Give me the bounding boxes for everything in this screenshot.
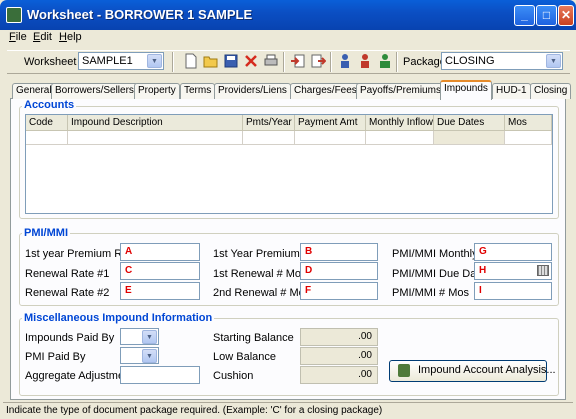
aggregate-adjustment-input[interactable] [120, 366, 200, 384]
close-button[interactable]: ✕ [558, 5, 574, 26]
toolbar-separator [283, 52, 285, 72]
pmi-monthly-input[interactable]: G [474, 243, 552, 261]
minimize-button[interactable]: _ [514, 5, 535, 26]
worksheet-label: Worksheet [24, 56, 77, 68]
accounts-title: Accounts [22, 99, 77, 111]
grid-cell[interactable] [366, 131, 434, 145]
tab-terms[interactable]: Terms [180, 83, 216, 99]
chevron-down-icon[interactable]: ▼ [142, 330, 157, 344]
print-icon[interactable] [263, 53, 279, 69]
column-header-monthly-inflow[interactable]: Monthly Inflow [366, 115, 434, 131]
cushion-label: Cushion [213, 370, 254, 382]
first-year-premium-label: 1st Year Premium [213, 248, 300, 260]
starting-balance-label: Starting Balance [213, 332, 294, 344]
first-year-rate-input[interactable]: A [120, 243, 200, 261]
tab-impounds[interactable]: Impounds [440, 80, 492, 100]
column-header-pmts-year[interactable]: Pmts/Year [243, 115, 295, 131]
package-select[interactable]: CLOSING ▼ [441, 52, 563, 70]
tab-providers-liens[interactable]: Providers/Liens [214, 83, 291, 99]
first-year-premium-input[interactable]: B [300, 243, 378, 261]
pmi-mos-input[interactable]: I [474, 282, 552, 300]
second-renewal-mos-input[interactable]: F [300, 282, 378, 300]
column-header-code[interactable]: Code [26, 115, 68, 131]
chevron-down-icon[interactable]: ▼ [142, 349, 157, 363]
tab-hud-1[interactable]: HUD-1 [492, 83, 531, 99]
pmi-mos-label: PMI/MMI # Mos [392, 287, 470, 299]
grid-cell[interactable] [68, 131, 243, 145]
low-balance-label: Low Balance [213, 351, 276, 363]
tab-borrowers-sellers[interactable]: Borrowers/Sellers [51, 83, 138, 99]
package-select-value: CLOSING [445, 55, 495, 67]
column-header-description[interactable]: Impound Description [68, 115, 243, 131]
save-icon[interactable] [223, 53, 239, 69]
money-icon[interactable] [377, 53, 393, 69]
chevron-down-icon[interactable]: ▼ [546, 54, 561, 68]
tab-payoffs-premiums[interactable]: Payoffs/Premiums [356, 83, 445, 99]
borrower-icon[interactable] [337, 53, 353, 69]
lender-icon[interactable] [357, 53, 373, 69]
misc-group [19, 318, 559, 396]
column-header-payment-amt[interactable]: Payment Amt [295, 115, 366, 131]
column-header-due-dates[interactable]: Due Dates [434, 115, 505, 131]
chevron-down-icon[interactable]: ▼ [147, 54, 162, 68]
pmi-paid-by-label: PMI Paid By [25, 351, 86, 363]
low-balance-value: .00 [300, 347, 378, 365]
toolbar-separator [172, 52, 174, 72]
pmi-paid-by-select[interactable]: ▼ [120, 347, 159, 364]
impounds-paid-by-select[interactable]: ▼ [120, 328, 159, 345]
pmi-due-date-marker: H [479, 265, 487, 276]
worksheet-select-value: SAMPLE1 [82, 55, 133, 67]
renewal-rate-2-label: Renewal Rate #2 [25, 287, 110, 299]
grid-cell[interactable] [434, 131, 505, 145]
pmi-due-date-label: PMI/MMI Due Date [392, 268, 486, 280]
app-icon [6, 7, 22, 23]
accounts-grid[interactable]: Code Impound Description Pmts/Year Payme… [25, 114, 553, 214]
starting-balance-value: .00 [300, 328, 378, 346]
toolbar-separator [330, 52, 332, 72]
status-bar: Indicate the type of document package re… [3, 402, 573, 418]
pmi-title: PMI/MMI [22, 227, 70, 239]
new-document-icon[interactable] [183, 53, 199, 69]
pmi-due-date-input[interactable]: H [474, 262, 552, 280]
renewal-rate-1-input[interactable]: C [120, 262, 200, 280]
money-icon [398, 364, 410, 377]
first-renewal-mos-label: 1st Renewal # Mos [213, 268, 307, 280]
open-folder-icon[interactable] [203, 53, 219, 69]
renewal-rate-1-label: Renewal Rate #1 [25, 268, 110, 280]
calendar-icon[interactable] [537, 265, 549, 276]
toolbar-separator [396, 52, 398, 72]
impounds-paid-by-label: Impounds Paid By [25, 332, 115, 344]
menu-edit[interactable]: Edit [33, 31, 52, 43]
grid-cell[interactable] [243, 131, 295, 145]
menu-help[interactable]: Help [59, 31, 82, 43]
tab-property[interactable]: Property [134, 83, 180, 99]
column-header-mos[interactable]: Mos [505, 115, 552, 131]
first-renewal-mos-input[interactable]: D [300, 262, 378, 280]
renewal-rate-2-input[interactable]: E [120, 282, 200, 300]
package-label: Package [403, 56, 446, 68]
tab-closing[interactable]: Closing [530, 83, 572, 99]
tab-general[interactable]: General [12, 83, 56, 99]
grid-cell[interactable] [505, 131, 552, 145]
aggregate-adjustment-label: Aggregate Adjustment [25, 370, 134, 382]
grid-cell[interactable] [295, 131, 366, 145]
pmi-monthly-label: PMI/MMI Monthly [392, 248, 478, 260]
export-icon[interactable] [310, 53, 326, 69]
maximize-button[interactable]: □ [536, 5, 557, 26]
window-title: Worksheet - BORROWER 1 SAMPLE [27, 7, 253, 22]
second-renewal-mos-label: 2nd Renewal # Mos [213, 287, 311, 299]
impound-account-analysis-button[interactable]: Impound Account Analysis... [389, 360, 556, 382]
grid-cell[interactable] [26, 131, 68, 145]
delete-icon[interactable] [243, 53, 259, 69]
worksheet-select[interactable]: SAMPLE1 ▼ [78, 52, 164, 70]
tab-charges-fees[interactable]: Charges/Fees [290, 83, 361, 99]
menu-bar [4, 30, 572, 49]
menu-file[interactable]: File [9, 31, 27, 43]
import-icon[interactable] [290, 53, 306, 69]
cushion-value: .00 [300, 366, 378, 384]
misc-title: Miscellaneous Impound Information [22, 312, 215, 324]
